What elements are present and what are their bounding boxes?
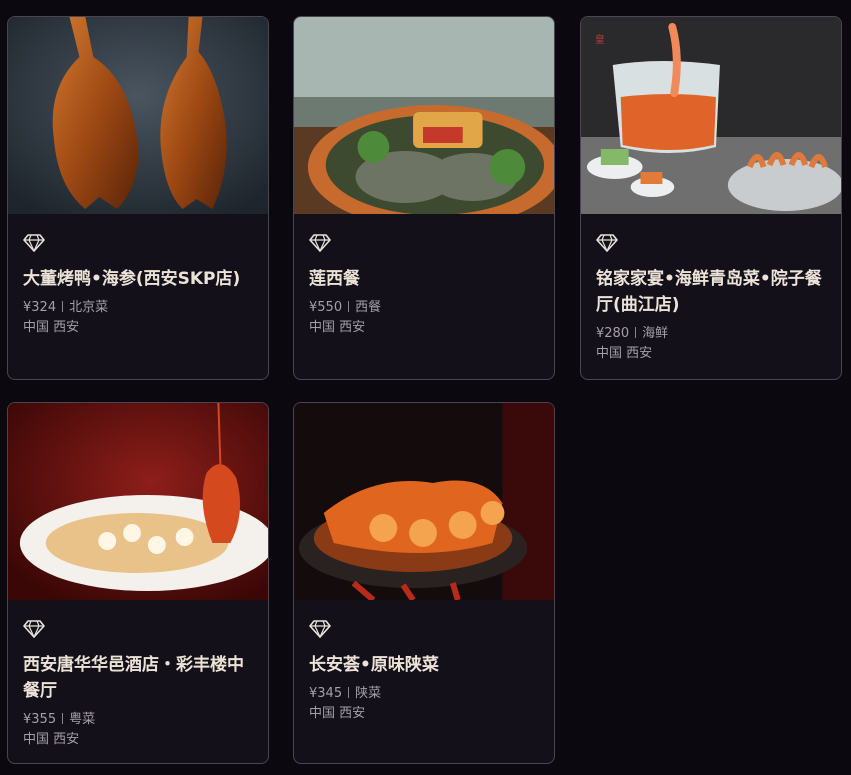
price: ¥345 [309, 686, 343, 701]
divider [62, 301, 64, 312]
cuisine: 陕菜 [355, 686, 382, 701]
price-cuisine: ¥355 粤菜 [23, 710, 253, 730]
location: 中国 西安 [596, 346, 653, 361]
price: ¥324 [23, 300, 57, 315]
seafood-platter-photo [294, 17, 554, 214]
diamond-icon [309, 620, 331, 638]
price: ¥550 [309, 300, 343, 315]
location: 中国 西安 [309, 706, 366, 721]
cuisine: 粤菜 [69, 712, 96, 727]
cuisine: 西餐 [355, 300, 382, 315]
restaurant-grid: 大董烤鸭•海参(西安SKP店) ¥324 北京菜 中国 西安 莲西餐 ¥550 … [0, 0, 851, 775]
cuisine: 海鲜 [642, 326, 669, 341]
divider [62, 713, 64, 724]
svg-text:皇: 皇 [595, 33, 605, 46]
lobster-dish-photo [8, 403, 268, 600]
price-cuisine: ¥280 海鲜 [596, 324, 826, 344]
restaurant-card[interactable]: 莲西餐 ¥550 西餐 中国 西安 [293, 16, 555, 380]
restaurant-name: 西安唐华华邑酒店・彩丰楼中餐厅 [23, 655, 244, 701]
restaurant-card[interactable]: 长安荟•原味陕菜 ¥345 陕菜 中国 西安 [293, 402, 555, 764]
restaurant-name: 长安荟•原味陕菜 [309, 655, 439, 675]
price-cuisine: ¥550 西餐 [309, 298, 539, 318]
diamond-icon [596, 234, 618, 252]
restaurant-card[interactable]: 大董烤鸭•海参(西安SKP店) ¥324 北京菜 中国 西安 [7, 16, 269, 380]
restaurant-card[interactable]: 皇 铭家家宴•海鲜青岛菜•院子餐厅(曲江店) ¥280 海鲜 中国 西安 [580, 16, 842, 380]
location: 中国 西安 [23, 732, 80, 747]
price-cuisine: ¥345 陕菜 [309, 684, 539, 704]
location: 中国 西安 [23, 320, 80, 335]
diamond-icon [23, 620, 45, 638]
price: ¥355 [23, 712, 57, 727]
shrimp-hotpot-photo: 皇 [581, 17, 841, 214]
restaurant-name: 大董烤鸭•海参(西安SKP店) [23, 269, 241, 289]
roast-duck-photo [8, 17, 268, 214]
diamond-icon [309, 234, 331, 252]
price: ¥280 [596, 326, 630, 341]
restaurant-name: 莲西餐 [309, 269, 360, 289]
divider [635, 327, 637, 338]
cuisine: 北京菜 [69, 300, 109, 315]
price-cuisine: ¥324 北京菜 [23, 298, 253, 318]
restaurant-card[interactable]: 西安唐华华邑酒店・彩丰楼中餐厅 ¥355 粤菜 中国 西安 [7, 402, 269, 764]
divider [348, 301, 350, 312]
restaurant-name: 铭家家宴•海鲜青岛菜•院子餐厅(曲江店) [596, 269, 822, 315]
location: 中国 西安 [309, 320, 366, 335]
diamond-icon [23, 234, 45, 252]
divider [348, 687, 350, 698]
crayfish-grill-photo [294, 403, 554, 600]
